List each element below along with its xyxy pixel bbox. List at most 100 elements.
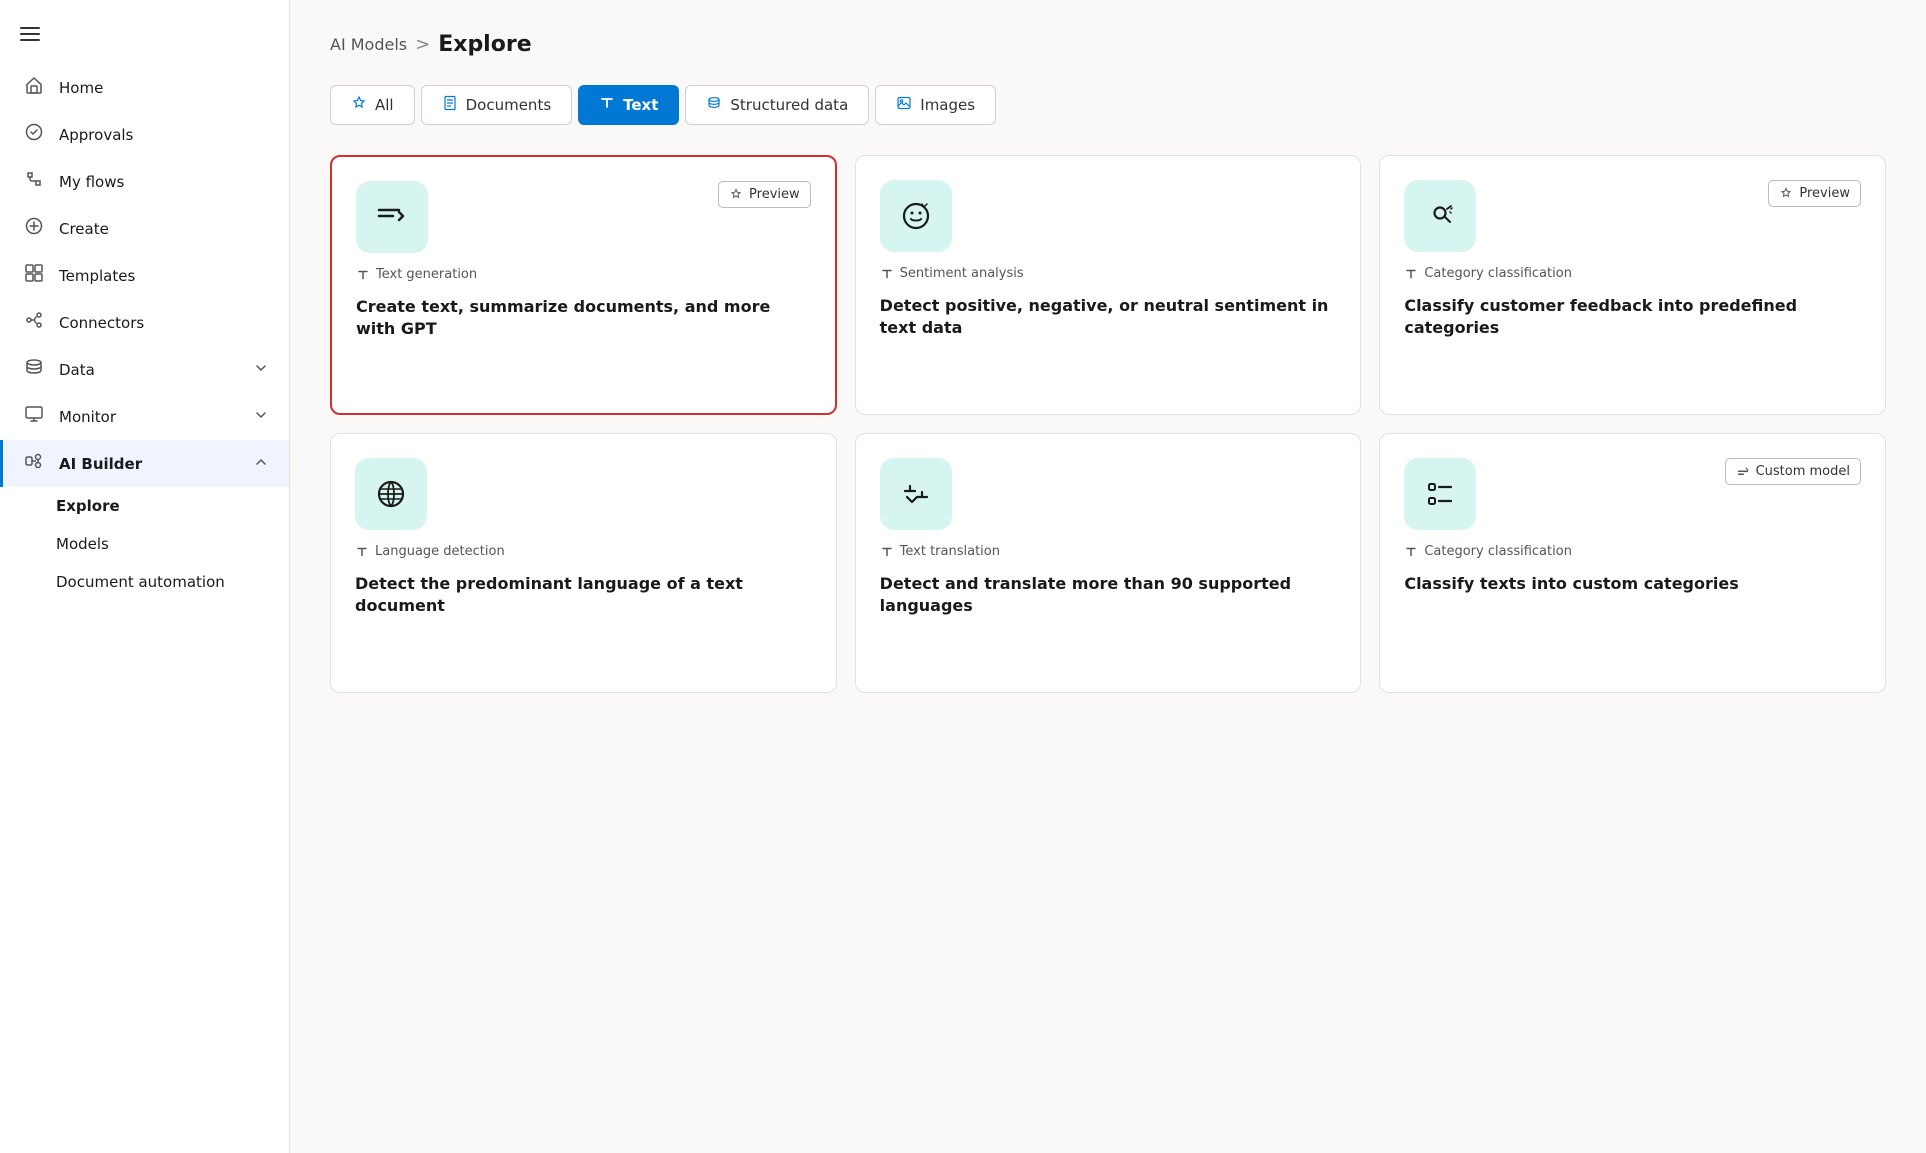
sidebar-subitem-doc-auto-label: Document automation (56, 573, 225, 591)
monitor-chevron-icon (253, 407, 269, 427)
card-type: Text translation (880, 544, 1337, 559)
card-badge-preview[interactable]: Preview (1768, 180, 1861, 207)
translation-icon-box (880, 458, 952, 530)
card-badge-custom-model[interactable]: Custom model (1725, 458, 1861, 485)
data-chevron-icon (253, 360, 269, 380)
sidebar-item-approvals-label: Approvals (59, 126, 133, 144)
card-header (880, 180, 1337, 252)
card-text-generation[interactable]: Preview Text generation Create text, sum… (330, 155, 837, 415)
sidebar-item-templates-label: Templates (59, 267, 135, 285)
sidebar-item-ai-builder-label: AI Builder (59, 455, 142, 473)
card-title: Create text, summarize documents, and mo… (356, 296, 811, 341)
card-language-detection[interactable]: Language detection Detect the predominan… (330, 433, 837, 693)
card-type: Sentiment analysis (880, 266, 1337, 281)
card-title: Detect the predominant language of a tex… (355, 573, 812, 618)
monitor-icon (23, 404, 45, 429)
main-content: AI Models > Explore All Documents Text (290, 0, 1926, 1153)
templates-icon (23, 263, 45, 288)
breadcrumb-separator: > (415, 34, 430, 55)
approvals-icon (23, 122, 45, 147)
data-icon (23, 357, 45, 382)
card-type: Language detection (355, 544, 812, 559)
sidebar-subitem-models[interactable]: Models (0, 525, 289, 563)
hamburger-menu[interactable] (0, 12, 289, 64)
card-title: Detect and translate more than 90 suppor… (880, 573, 1337, 618)
tabs-bar: All Documents Text Structured data (330, 85, 1886, 125)
database-icon (706, 95, 722, 115)
tab-structured-data[interactable]: Structured data (685, 85, 869, 125)
sidebar-item-connectors[interactable]: Connectors (0, 299, 289, 346)
card-badge-preview[interactable]: Preview (718, 181, 811, 208)
ai-builder-chevron-icon (253, 454, 269, 474)
tab-text-label: Text (623, 96, 658, 114)
breadcrumb-parent: AI Models (330, 35, 407, 54)
sidebar-item-home-label: Home (59, 79, 103, 97)
tab-images[interactable]: Images (875, 85, 996, 125)
text-gen-icon-box (356, 181, 428, 253)
sidebar-item-flows-label: My flows (59, 173, 124, 191)
document-icon (442, 95, 458, 115)
card-title: Classify customer feedback into predefin… (1404, 295, 1861, 340)
star-icon (351, 95, 367, 115)
sidebar-subitem-document-automation[interactable]: Document automation (0, 563, 289, 601)
card-type: Text generation (356, 267, 811, 282)
card-type-label: Sentiment analysis (900, 266, 1024, 281)
custom-category-icon-box (1404, 458, 1476, 530)
sidebar-item-create-label: Create (59, 220, 109, 238)
card-title: Classify texts into custom categories (1404, 573, 1861, 595)
card-category-classification-custom[interactable]: Custom model Category classification Cla… (1379, 433, 1886, 693)
sidebar-subitem-models-label: Models (56, 535, 109, 553)
custom-model-label: Custom model (1756, 464, 1850, 479)
tab-structured-data-label: Structured data (730, 96, 848, 114)
card-header (355, 458, 812, 530)
card-header: Custom model (1404, 458, 1861, 530)
sidebar-item-create[interactable]: Create (0, 205, 289, 252)
sidebar-item-data[interactable]: Data (0, 346, 289, 393)
sidebar-item-my-flows[interactable]: My flows (0, 158, 289, 205)
card-type-label: Category classification (1424, 544, 1572, 559)
card-type-label: Language detection (375, 544, 505, 559)
preview-label: Preview (1799, 186, 1850, 201)
image-icon (896, 95, 912, 115)
sidebar-item-approvals[interactable]: Approvals (0, 111, 289, 158)
sidebar-subitem-explore[interactable]: Explore (0, 487, 289, 525)
tab-images-label: Images (920, 96, 975, 114)
sidebar-item-data-label: Data (59, 361, 95, 379)
ai-builder-icon (23, 451, 45, 476)
sidebar: Home Approvals My flows Create Templates… (0, 0, 290, 1153)
tab-all[interactable]: All (330, 85, 415, 125)
cards-grid: Preview Text generation Create text, sum… (330, 155, 1886, 693)
sidebar-item-home[interactable]: Home (0, 64, 289, 111)
flows-icon (23, 169, 45, 194)
sidebar-subitem-explore-label: Explore (56, 497, 120, 515)
connectors-icon (23, 310, 45, 335)
sidebar-item-templates[interactable]: Templates (0, 252, 289, 299)
tab-documents[interactable]: Documents (421, 85, 573, 125)
breadcrumb: AI Models > Explore (330, 32, 1886, 57)
card-category-classification[interactable]: Preview Category classification Classify… (1379, 155, 1886, 415)
card-type-label: Text translation (900, 544, 1000, 559)
card-sentiment-analysis[interactable]: Sentiment analysis Detect positive, nega… (855, 155, 1362, 415)
card-type-label: Text generation (376, 267, 477, 282)
preview-label: Preview (749, 187, 800, 202)
text-t-icon (599, 95, 615, 115)
card-header (880, 458, 1337, 530)
breadcrumb-current: Explore (438, 32, 531, 57)
sidebar-item-monitor[interactable]: Monitor (0, 393, 289, 440)
sidebar-item-ai-builder[interactable]: AI Builder (0, 440, 289, 487)
card-header: Preview (1404, 180, 1861, 252)
card-text-translation[interactable]: Text translation Detect and translate mo… (855, 433, 1362, 693)
card-title: Detect positive, negative, or neutral se… (880, 295, 1337, 340)
tab-text[interactable]: Text (578, 85, 679, 125)
create-icon (23, 216, 45, 241)
language-icon-box (355, 458, 427, 530)
category-icon-box (1404, 180, 1476, 252)
sidebar-item-connectors-label: Connectors (59, 314, 144, 332)
card-type: Category classification (1404, 266, 1861, 281)
card-header: Preview (356, 181, 811, 253)
tab-documents-label: Documents (466, 96, 552, 114)
sidebar-item-monitor-label: Monitor (59, 408, 116, 426)
sentiment-icon-box (880, 180, 952, 252)
tab-all-label: All (375, 96, 394, 114)
home-icon (23, 75, 45, 100)
